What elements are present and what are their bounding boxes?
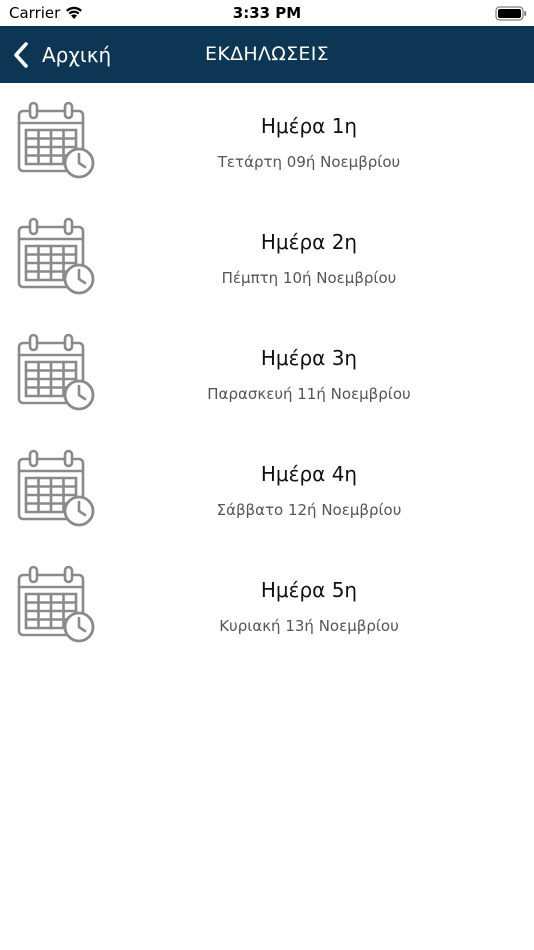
day-date: Παρασκευή 11ή Νοεμβρίου (207, 385, 411, 403)
app-screen: Carrier 3:33 PM ΕΚΔΗΛΩΣΕΙΣ Αρχική Ημέρα … (0, 0, 534, 950)
day-date: Κυριακή 13ή Νοεμβρίου (219, 617, 399, 635)
navigation-bar: ΕΚΔΗΛΩΣΕΙΣ Αρχική (0, 26, 534, 83)
list-item-day-1[interactable]: Ημέρα 1η Τετάρτη 09ή Νοεμβρίου (0, 83, 534, 199)
list-item-day-2[interactable]: Ημέρα 2η Πέμπτη 10ή Νοεμβρίου (0, 199, 534, 315)
back-label: Αρχική (42, 42, 112, 67)
calendar-clock-icon (17, 449, 95, 527)
day-title: Ημέρα 2η (260, 230, 358, 254)
day-date: Τετάρτη 09ή Νοεμβρίου (217, 153, 401, 171)
calendar-clock-icon (17, 217, 95, 295)
day-date: Σάββατο 12ή Νοεμβρίου (216, 501, 402, 519)
battery-icon (495, 6, 527, 21)
day-title: Ημέρα 5η (260, 578, 358, 602)
calendar-clock-icon (17, 333, 95, 411)
chevron-left-icon (14, 41, 28, 68)
events-day-list: Ημέρα 1η Τετάρτη 09ή Νοεμβρίου Ημέρα 2η … (0, 83, 534, 663)
calendar-clock-icon (17, 101, 95, 179)
day-title: Ημέρα 1η (260, 114, 358, 138)
list-item-day-5[interactable]: Ημέρα 5η Κυριακή 13ή Νοεμβρίου (0, 547, 534, 663)
back-button[interactable]: Αρχική (12, 26, 111, 83)
day-date: Πέμπτη 10ή Νοεμβρίου (221, 269, 397, 287)
calendar-clock-icon (17, 565, 95, 643)
status-time: 3:33 PM (232, 4, 302, 22)
list-item-day-3[interactable]: Ημέρα 3η Παρασκευή 11ή Νοεμβρίου (0, 315, 534, 431)
day-title: Ημέρα 3η (260, 346, 358, 370)
list-item-day-4[interactable]: Ημέρα 4η Σάββατο 12ή Νοεμβρίου (0, 431, 534, 547)
day-title: Ημέρα 4η (260, 462, 358, 486)
status-bar: Carrier 3:33 PM (0, 0, 534, 26)
